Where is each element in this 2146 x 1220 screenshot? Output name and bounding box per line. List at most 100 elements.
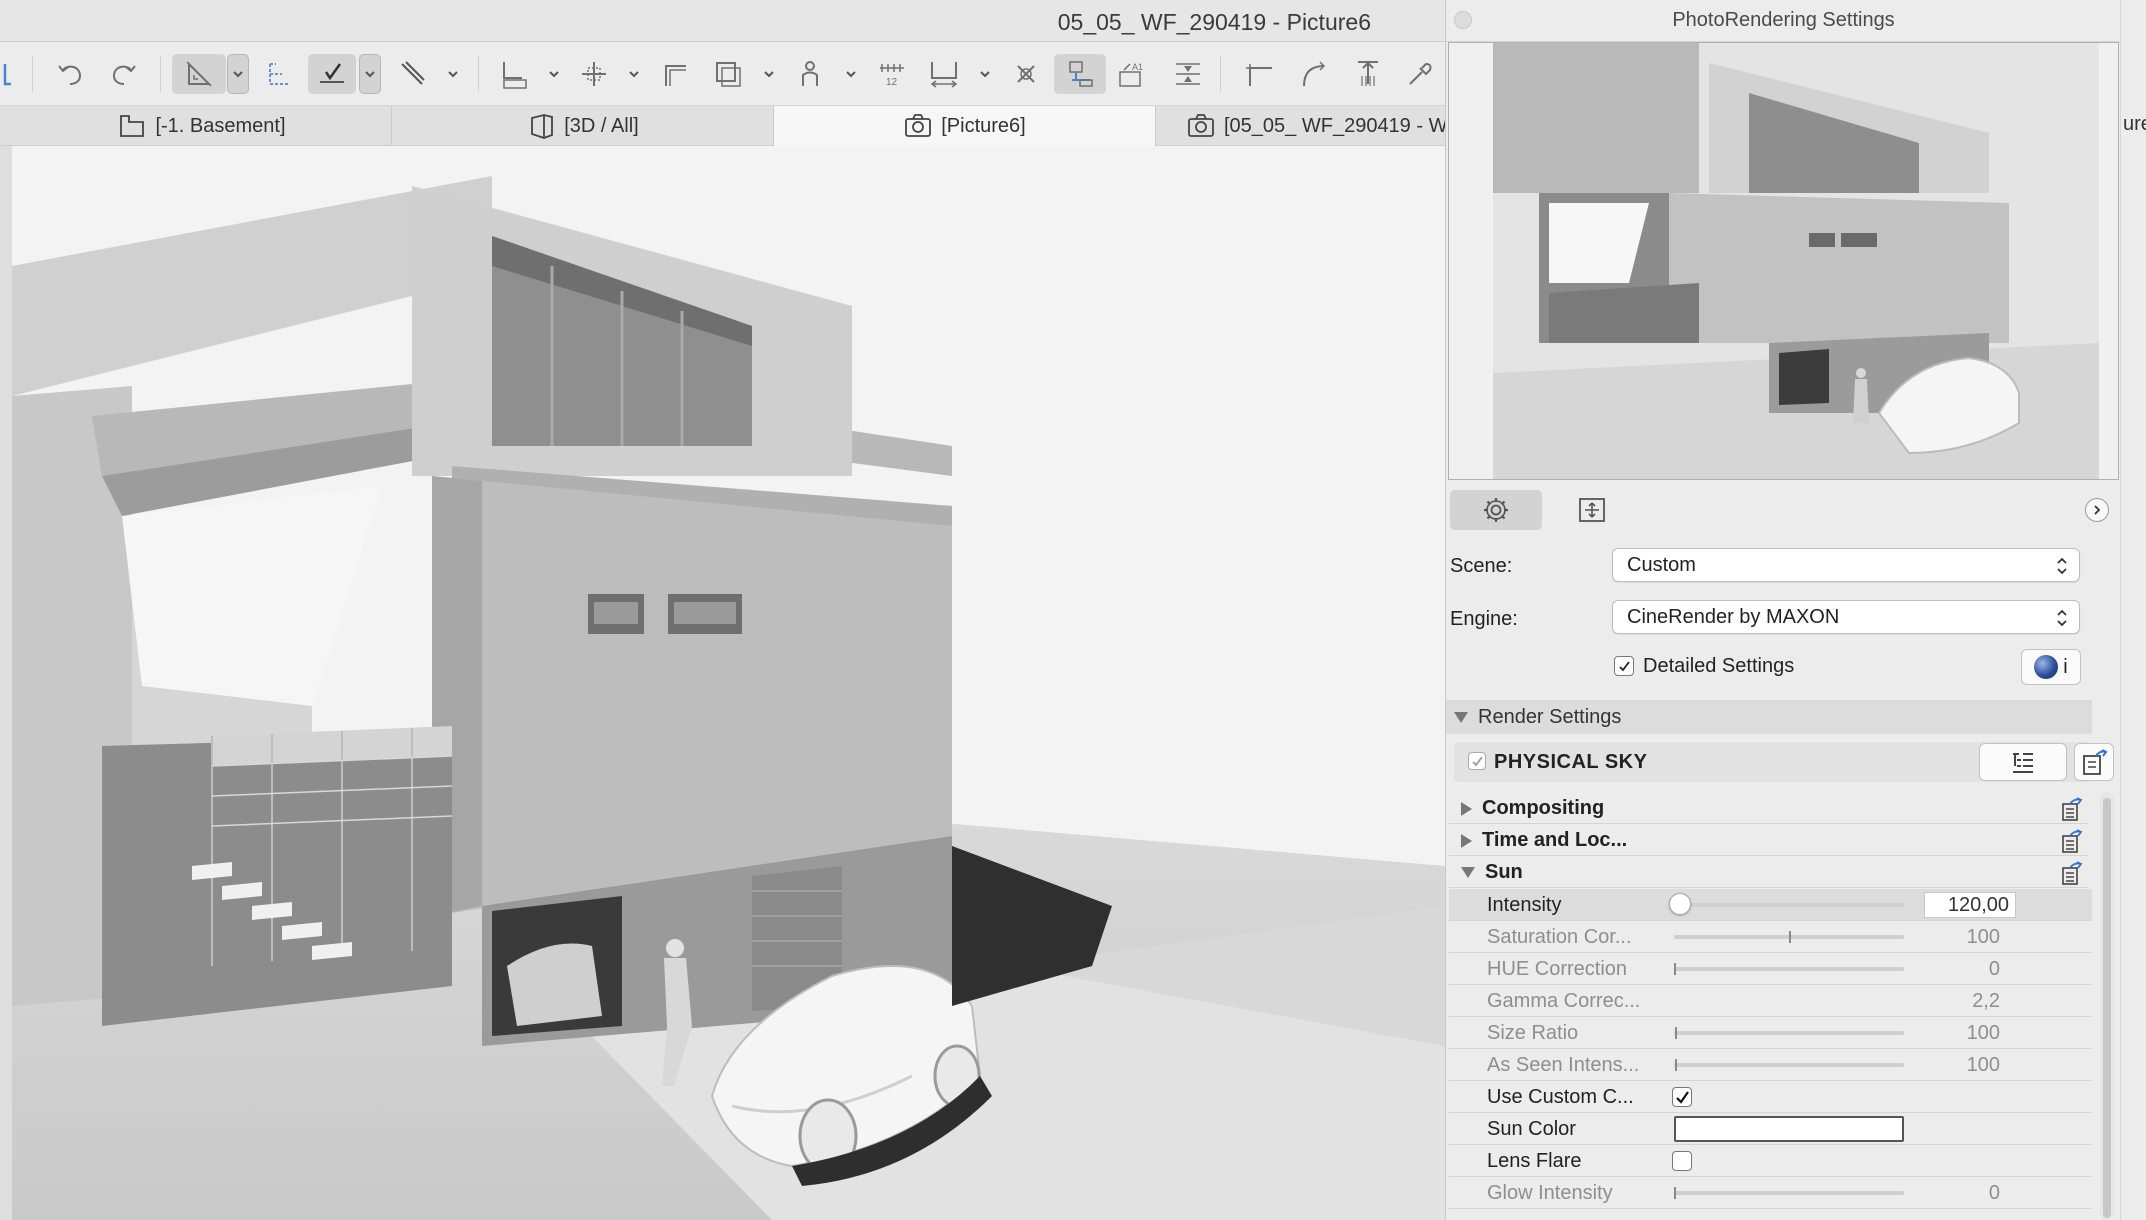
eyedropper-icon[interactable]: [1400, 54, 1440, 94]
fillet-icon[interactable]: [1294, 54, 1334, 94]
hue-slider-track[interactable]: [1674, 967, 1904, 971]
saturation-slider-marker[interactable]: [1789, 931, 1791, 943]
tab-3d-all[interactable]: [3D / All]: [392, 106, 774, 146]
param-row-intensity: Intensity 120,00: [1449, 889, 2092, 921]
frame-size-icon: [1579, 498, 1605, 522]
guide-lines-dropdown-icon[interactable]: [227, 54, 249, 94]
trace-icon[interactable]: [708, 54, 748, 94]
toolbar-separator: [478, 56, 479, 92]
physical-sky-checkbox[interactable]: [1468, 752, 1486, 770]
lens-flare-checkbox[interactable]: [1672, 1151, 1692, 1171]
checkmark-icon: [1675, 1090, 1689, 1104]
settings-scrollbar[interactable]: [2100, 792, 2114, 1220]
updown-arrows-icon: [2057, 557, 2067, 575]
hue-slider-marker[interactable]: [1674, 963, 1676, 975]
snap-points-dropdown-icon[interactable]: [359, 54, 381, 94]
tab-size[interactable]: [1546, 490, 1638, 530]
grid-snap-dropdown-icon[interactable]: [623, 54, 645, 94]
checkmark-icon: [1618, 660, 1630, 671]
elevation-icon[interactable]: [1168, 54, 1208, 94]
engine-select[interactable]: CineRender by MAXON: [1612, 600, 2080, 634]
expand-panel-button[interactable]: [2085, 498, 2109, 522]
house-render-image: [12, 146, 1445, 1220]
gravity-icon[interactable]: [258, 54, 298, 94]
preset-list-icon[interactable]: [2058, 828, 2084, 854]
layer-transfer-icon[interactable]: [1054, 54, 1106, 94]
param-value: 100: [1966, 1022, 2000, 1044]
group-compositing[interactable]: Compositing: [1449, 794, 2089, 824]
as-seen-slider-track[interactable]: [1674, 1063, 1904, 1067]
group-time-location[interactable]: Time and Loc...: [1449, 826, 2089, 856]
glow-slider-marker[interactable]: [1674, 1187, 1676, 1199]
use-custom-color-checkbox[interactable]: [1672, 1087, 1692, 1107]
tab-wf-layout[interactable]: [05_05_ WF_290419 - W: [1156, 106, 1445, 146]
param-row-glow-intensity: Glow Intensity 0: [1449, 1177, 2092, 1209]
param-label: Intensity: [1487, 894, 1562, 916]
size-ratio-slider-track[interactable]: [1674, 1031, 1904, 1035]
scrollbar-thumb[interactable]: [2103, 798, 2111, 1218]
param-row-size-ratio: Size Ratio 100: [1449, 1017, 2092, 1049]
add-preset-button[interactable]: [2074, 743, 2114, 781]
intensity-slider-knob[interactable]: [1669, 893, 1691, 915]
measure-icon[interactable]: [924, 54, 964, 94]
tab-picture6[interactable]: [Picture6]: [774, 106, 1156, 146]
measure-dropdown-icon[interactable]: [974, 54, 996, 94]
engine-info-button[interactable]: i: [2021, 649, 2081, 685]
param-label: Glow Intensity: [1487, 1182, 1613, 1204]
toolbar-separator: [160, 56, 161, 92]
glow-slider-track[interactable]: [1674, 1191, 1904, 1195]
window-title: 05_05_ WF_290419 - Picture6: [1057, 9, 1371, 35]
tab-settings[interactable]: [1450, 490, 1542, 530]
figure-icon[interactable]: [790, 54, 830, 94]
preset-list-icon[interactable]: [2058, 796, 2084, 822]
render-settings-label: Render Settings: [1478, 705, 1622, 728]
param-row-as-seen-intensity: As Seen Intens... 100: [1449, 1049, 2092, 1081]
intensity-value-field[interactable]: 120,00: [1924, 892, 2016, 918]
sun-color-swatch[interactable]: [1674, 1116, 1904, 1142]
tab-basement[interactable]: [-1. Basement]: [12, 106, 392, 146]
param-value: 0: [1988, 1182, 2000, 1204]
renumber-icon[interactable]: A1: [1112, 54, 1152, 94]
scene-value: Custom: [1627, 554, 1696, 576]
background-tab-fragment: ure: [2123, 113, 2146, 135]
gear-icon: [1484, 498, 1508, 522]
line-tool-dropdown-icon[interactable]: [442, 54, 464, 94]
as-seen-slider-marker[interactable]: [1675, 1059, 1677, 1071]
settings-list-button[interactable]: [1979, 743, 2067, 781]
detailed-settings-checkbox[interactable]: [1614, 656, 1634, 676]
offset-icon[interactable]: [656, 54, 696, 94]
group-sun[interactable]: Sun: [1449, 858, 2089, 888]
camera-icon: [1188, 114, 1214, 137]
3d-render-viewport[interactable]: [12, 146, 1445, 1220]
3d-window-icon: [531, 114, 554, 139]
trace-dropdown-icon[interactable]: [758, 54, 780, 94]
snap-points-icon[interactable]: [308, 54, 356, 94]
corner-icon[interactable]: [1240, 54, 1280, 94]
intensity-slider-track[interactable]: [1674, 903, 1904, 907]
preset-list-icon[interactable]: [2058, 860, 2084, 886]
render-settings-header[interactable]: Render Settings: [1446, 700, 2092, 734]
guide-lines-icon[interactable]: [172, 54, 226, 94]
svg-text:A1: A1: [1132, 62, 1143, 72]
stretch-icon[interactable]: [1348, 54, 1388, 94]
intersection-icon[interactable]: [1006, 54, 1046, 94]
figure-dropdown-icon[interactable]: [840, 54, 862, 94]
dimension-icon[interactable]: 12: [872, 54, 912, 94]
scene-select[interactable]: Custom: [1612, 548, 2080, 582]
param-label: Use Custom C...: [1487, 1086, 1634, 1108]
grid-snap-icon[interactable]: [574, 54, 614, 94]
disclosure-triangle-icon: [1461, 867, 1475, 878]
disclosure-triangle-icon: [1461, 833, 1472, 848]
param-label: HUE Correction: [1487, 958, 1628, 980]
coordinates-icon[interactable]: [494, 54, 534, 94]
redo-icon[interactable]: [104, 54, 144, 94]
size-ratio-slider-marker[interactable]: [1675, 1027, 1677, 1039]
param-row-lens-flare: Lens Flare: [1449, 1145, 2092, 1177]
undo-icon[interactable]: [50, 54, 90, 94]
coordinates-dropdown-icon[interactable]: [543, 54, 565, 94]
selection-edge-icon[interactable]: [2, 54, 14, 94]
param-row-gamma: Gamma Correc... 2,2: [1449, 985, 2092, 1017]
line-tool-icon[interactable]: [392, 54, 432, 94]
param-label: Lens Flare: [1487, 1150, 1582, 1172]
param-label: As Seen Intens...: [1487, 1054, 1640, 1076]
